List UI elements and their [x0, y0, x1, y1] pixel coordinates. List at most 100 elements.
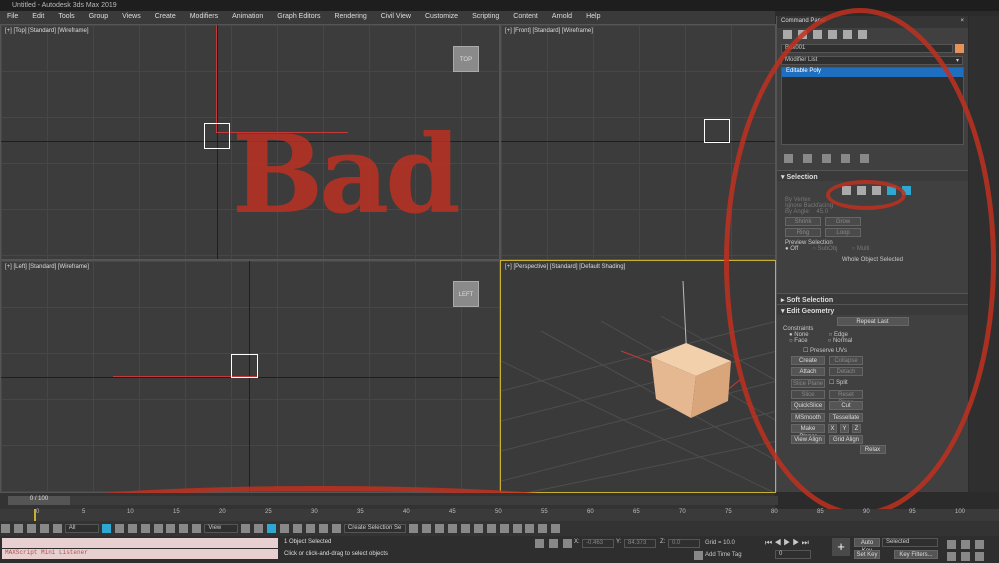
- reference-coordinate-dropdown[interactable]: View: [204, 524, 239, 533]
- spinner-snap-icon[interactable]: [319, 524, 329, 533]
- window-crossing-icon[interactable]: [140, 524, 150, 533]
- object-color-swatch[interactable]: [955, 44, 964, 53]
- x-coordinate-field[interactable]: -0.463: [582, 539, 614, 548]
- select-manipulate-icon[interactable]: [254, 524, 264, 533]
- undo-icon[interactable]: [1, 524, 10, 533]
- time-tag-icon[interactable]: [694, 551, 703, 560]
- menu-animation[interactable]: Animation: [225, 11, 270, 24]
- scale-icon[interactable]: [179, 524, 189, 533]
- viewport-label-front[interactable]: [+] [Front] [Standard] [Wireframe]: [505, 28, 593, 34]
- keyboard-shortcut-override-icon[interactable]: [267, 524, 277, 533]
- selection-lock-icon[interactable]: [549, 539, 558, 548]
- menu-create[interactable]: Create: [148, 11, 183, 24]
- menu-edit[interactable]: Edit: [25, 11, 51, 24]
- y-coordinate-field[interactable]: 84.373: [624, 539, 656, 548]
- track-bar[interactable]: 0 5 10 15 20 25 30 35 40 45 50 55 60 65 …: [0, 509, 999, 521]
- menu-group[interactable]: Group: [82, 11, 115, 24]
- close-icon[interactable]: ×: [960, 18, 964, 26]
- toggle-scene-explorer-icon[interactable]: [434, 524, 444, 533]
- percent-snap-icon[interactable]: [306, 524, 316, 533]
- bind-space-warp-icon[interactable]: [52, 524, 62, 533]
- placement-icon[interactable]: [192, 524, 202, 533]
- playback-controls[interactable]: ⏮◀▶▶⏭: [765, 538, 811, 548]
- key-filters-button[interactable]: Key Filters...: [894, 550, 938, 559]
- viewport-label-perspective[interactable]: [+] [Perspective] [Standard] [Default Sh…: [505, 264, 625, 270]
- viewport-label-left[interactable]: [+] [Left] [Standard] [Wireframe]: [5, 264, 89, 270]
- rotate-icon[interactable]: [166, 524, 176, 533]
- chevron-down-icon: ▾: [955, 58, 959, 64]
- tick-label: 50: [495, 509, 502, 515]
- select-by-name-icon[interactable]: [114, 524, 124, 533]
- zoom-all-icon[interactable]: [961, 540, 970, 549]
- create-tab-icon[interactable]: [783, 30, 792, 39]
- maxscript-listener-top[interactable]: [2, 538, 278, 548]
- tick-label: 75: [725, 509, 732, 515]
- current-frame-field[interactable]: 0: [775, 550, 811, 559]
- rendered-frame-window-icon[interactable]: [525, 524, 535, 533]
- menu-rendering[interactable]: Rendering: [327, 11, 373, 24]
- menu-customize[interactable]: Customize: [418, 11, 465, 24]
- add-time-tag[interactable]: Add Time Tag: [705, 552, 742, 558]
- box-top-view[interactable]: [204, 123, 230, 149]
- mirror-icon[interactable]: [408, 524, 418, 533]
- menu-modifiers[interactable]: Modifiers: [183, 11, 225, 24]
- select-object-icon[interactable]: [101, 524, 111, 533]
- render-production-icon[interactable]: [538, 524, 548, 533]
- edit-named-selection-icon[interactable]: [331, 524, 341, 533]
- redo-icon[interactable]: [13, 524, 23, 533]
- move-icon[interactable]: [153, 524, 163, 533]
- box-front-view[interactable]: [704, 119, 730, 143]
- viewcube-left[interactable]: LEFT: [453, 281, 479, 307]
- set-key-plus-icon[interactable]: +: [832, 538, 850, 556]
- menu-bar: File Edit Tools Group Views Create Modif…: [0, 11, 775, 24]
- render-setup-icon[interactable]: [512, 524, 522, 533]
- time-slider-thumb[interactable]: 0 / 100: [8, 496, 70, 505]
- menu-file[interactable]: File: [0, 11, 25, 24]
- key-mode-dropdown[interactable]: Selected: [882, 538, 938, 547]
- align-icon[interactable]: [421, 524, 431, 533]
- snaps-toggle-icon[interactable]: [280, 524, 290, 533]
- viewport-left[interactable]: [+] [Left] [Standard] [Wireframe] LEFT: [0, 260, 500, 493]
- menu-help[interactable]: Help: [579, 11, 607, 24]
- toggle-layer-explorer-icon[interactable]: [447, 524, 457, 533]
- menu-civil-view[interactable]: Civil View: [374, 11, 418, 24]
- box-left-view[interactable]: [231, 354, 258, 378]
- menu-scripting[interactable]: Scripting: [465, 11, 506, 24]
- z-coordinate-field[interactable]: 0.0: [668, 539, 700, 548]
- field-of-view-icon[interactable]: [947, 552, 956, 561]
- pivot-center-icon[interactable]: [241, 524, 251, 533]
- zoom-icon[interactable]: [947, 540, 956, 549]
- menu-arnold[interactable]: Arnold: [545, 11, 579, 24]
- unlink-icon[interactable]: [39, 524, 49, 533]
- named-selection-sets-dropdown[interactable]: Create Selection Se: [343, 524, 406, 533]
- status-bar: MAXScript Mini Listener 1 Object Selecte…: [0, 536, 999, 563]
- menu-views[interactable]: Views: [115, 11, 148, 24]
- link-icon[interactable]: [26, 524, 36, 533]
- selection-region-icon[interactable]: [127, 524, 137, 533]
- tick-label: 65: [633, 509, 640, 515]
- schematic-view-icon[interactable]: [486, 524, 496, 533]
- set-key-button[interactable]: Set Key: [854, 550, 880, 559]
- auto-key-button[interactable]: Auto Key: [854, 538, 880, 554]
- tick-label: 35: [357, 509, 364, 515]
- tick-label: 60: [587, 509, 594, 515]
- orbit-icon[interactable]: [975, 552, 984, 561]
- maxscript-listener-input[interactable]: MAXScript Mini Listener: [2, 549, 278, 559]
- menu-tools[interactable]: Tools: [51, 11, 81, 24]
- menu-content[interactable]: Content: [506, 11, 545, 24]
- menu-graph-editors[interactable]: Graph Editors: [270, 11, 327, 24]
- render-in-cloud-icon[interactable]: [551, 524, 561, 533]
- toggle-ribbon-icon[interactable]: [460, 524, 470, 533]
- material-editor-icon[interactable]: [499, 524, 509, 533]
- viewport-label-top[interactable]: [+] [Top] [Standard] [Wireframe]: [5, 28, 89, 34]
- zoom-extents-icon[interactable]: [975, 540, 984, 549]
- isolate-selection-icon[interactable]: [535, 539, 544, 548]
- pan-view-icon[interactable]: [961, 552, 970, 561]
- time-slider[interactable]: 0 / 100: [0, 493, 778, 509]
- tick-label: 25: [265, 509, 272, 515]
- selection-filter-dropdown[interactable]: All: [64, 524, 99, 533]
- angle-snap-icon[interactable]: [293, 524, 303, 533]
- absolute-mode-icon[interactable]: [563, 539, 572, 548]
- curve-editor-icon[interactable]: [473, 524, 483, 533]
- viewcube-top[interactable]: TOP: [453, 46, 479, 72]
